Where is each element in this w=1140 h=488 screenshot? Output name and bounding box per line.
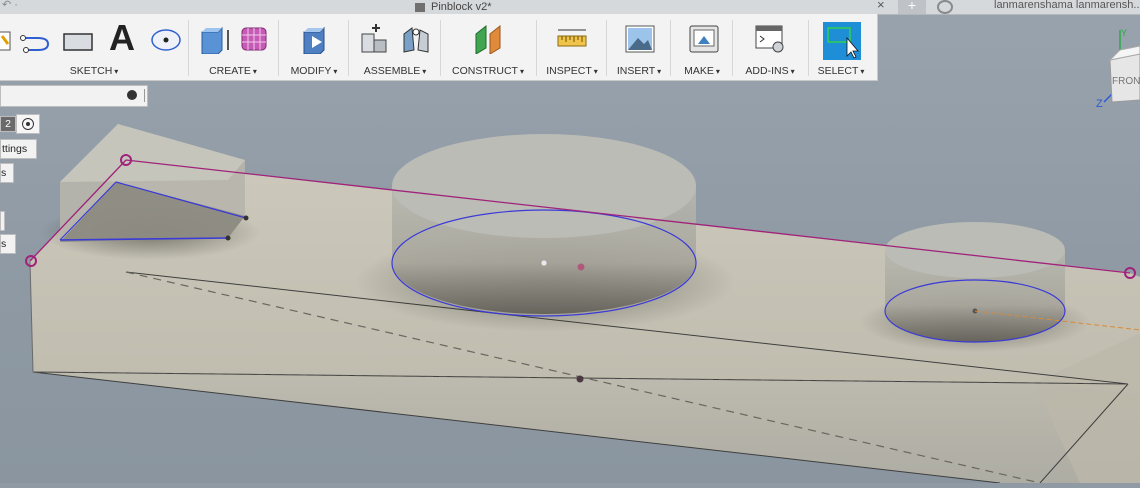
large-cylinder-top[interactable] [392, 134, 696, 238]
radio-dot-icon [26, 122, 30, 126]
inspect-menu[interactable]: INSPECT ▾ [538, 65, 606, 77]
create-menu[interactable]: CREATE ▾ [190, 65, 276, 77]
assemble-menu[interactable]: ASSEMBLE ▾ [350, 65, 440, 77]
insert-group: INSERT ▾ [608, 14, 670, 80]
divider [606, 20, 607, 76]
divider [808, 20, 809, 76]
close-tab-icon[interactable]: × [877, 0, 889, 14]
text-tool-icon[interactable]: A [106, 20, 138, 56]
3d-print-icon[interactable] [688, 22, 720, 54]
measure-icon[interactable] [556, 22, 588, 54]
new-component-icon[interactable] [358, 22, 390, 54]
document-tab[interactable]: Pinblock v2* [415, 0, 492, 14]
offset-plane-icon[interactable] [472, 22, 504, 54]
circle-tool-icon[interactable] [150, 22, 182, 54]
cube-icon [415, 2, 425, 12]
radio-button[interactable] [16, 114, 40, 134]
insert-image-icon[interactable] [624, 22, 656, 54]
press-pull-icon[interactable] [298, 22, 330, 54]
small-cylinder-top[interactable] [885, 222, 1065, 278]
assemble-group: ASSEMBLE ▾ [350, 14, 440, 80]
divider [188, 20, 189, 76]
viewcube-front-label[interactable]: FRONT [1112, 76, 1140, 87]
scripts-addins-icon[interactable] [754, 22, 786, 54]
select-group: SELECT ▾ [810, 14, 872, 80]
center-point[interactable] [576, 375, 584, 383]
insert-menu[interactable]: INSERT ▾ [608, 65, 670, 77]
joint-icon[interactable] [400, 22, 432, 54]
value-box[interactable]: 2 [0, 116, 16, 132]
document-tab-bar: ↶ · Pinblock v2* × + lanmarenshama lanma… [0, 0, 1140, 15]
panel-row-blank[interactable] [0, 211, 5, 231]
sketch-group: A SKETCH ▾ [0, 14, 188, 80]
panel-divider [144, 89, 145, 102]
browser-search-bar[interactable] [0, 85, 148, 107]
back-forward-icon[interactable]: ↶ · [2, 0, 42, 14]
axis-y-label: Y [1121, 28, 1128, 38]
status-icon[interactable] [937, 0, 953, 14]
sketch-partial-icon[interactable] [0, 22, 12, 54]
panel-row-a[interactable]: s [0, 163, 14, 183]
extrude-icon[interactable] [198, 22, 230, 54]
create-group: CREATE ▾ [190, 14, 276, 80]
add-ins-group: ADD-INS ▾ [734, 14, 806, 80]
axis-z-label: Z [1096, 98, 1103, 110]
panel-row-b[interactable]: s [0, 234, 16, 254]
divider [440, 20, 441, 76]
divider [278, 20, 279, 76]
make-group: MAKE ▾ [672, 14, 732, 80]
make-menu[interactable]: MAKE ▾ [672, 65, 732, 77]
construct-group: CONSTRUCT ▾ [442, 14, 534, 80]
minimize-icon[interactable] [127, 90, 137, 100]
sketch-menu[interactable]: SKETCH ▾ [0, 65, 188, 77]
form-icon[interactable] [238, 22, 270, 54]
document-title: Pinblock v2* [431, 1, 492, 13]
ribbon-toolbar: A SKETCH ▾ CREATE ▾ MODIFY ▾ ASSEMBLE ▾ … [0, 14, 878, 81]
settings-button[interactable]: ttings [0, 139, 37, 159]
divider [670, 20, 671, 76]
inspect-group: INSPECT ▾ [538, 14, 606, 80]
select-icon[interactable] [823, 22, 861, 60]
select-menu[interactable]: SELECT ▾ [810, 65, 872, 77]
divider [536, 20, 537, 76]
spline-icon[interactable] [20, 22, 52, 54]
divider [732, 20, 733, 76]
modify-menu[interactable]: MODIFY ▾ [280, 65, 348, 77]
add-ins-menu[interactable]: ADD-INS ▾ [734, 65, 806, 77]
new-tab-icon[interactable]: + [898, 0, 926, 14]
divider [348, 20, 349, 76]
user-name[interactable]: lanmarenshama lanmarensh... [994, 0, 1140, 14]
rectangle-icon[interactable] [62, 22, 94, 54]
modify-group: MODIFY ▾ [280, 14, 348, 80]
viewcube[interactable]: FRONT Z Y [1090, 28, 1140, 120]
construct-menu[interactable]: CONSTRUCT ▾ [442, 65, 534, 77]
base-front-face[interactable] [33, 372, 1140, 483]
